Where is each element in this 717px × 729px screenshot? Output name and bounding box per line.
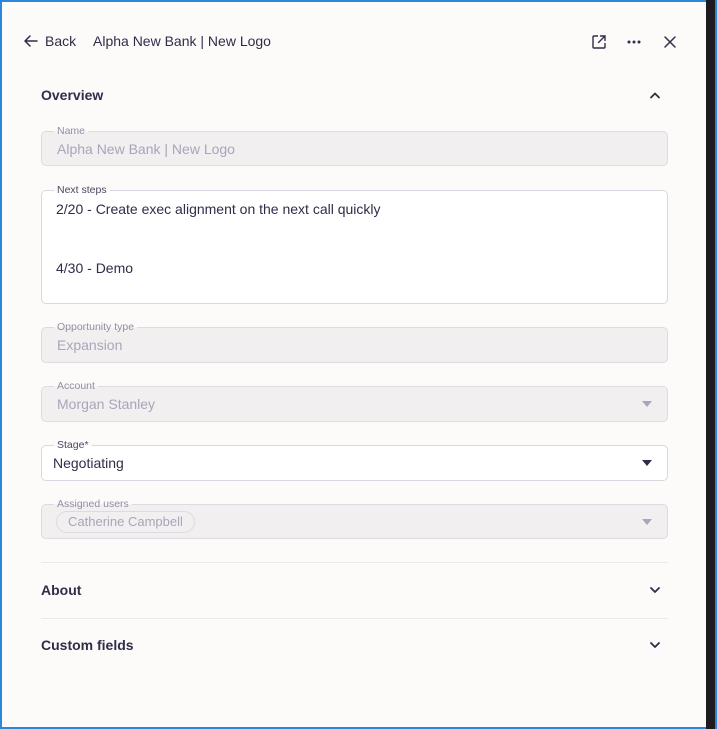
section-divider [41, 618, 668, 619]
chevron-down-icon[interactable] [647, 582, 663, 598]
overview-section-header[interactable]: Overview [41, 84, 668, 106]
overview-title: Overview [41, 87, 104, 103]
opportunity-type-label: Opportunity type [54, 322, 138, 333]
window-frame-top [0, 0, 717, 2]
next-steps-field[interactable]: Next steps 2/20 - Create exec alignment … [41, 185, 668, 304]
back-button[interactable]: Back [24, 33, 76, 49]
assigned-users-select[interactable]: Assigned users Catherine Campbell [41, 499, 668, 539]
dropdown-arrow-icon[interactable] [642, 401, 652, 407]
about-section-header[interactable]: About [41, 579, 668, 601]
open-external-icon[interactable] [589, 32, 609, 52]
next-steps-line-2: 4/30 - Demo [56, 260, 134, 276]
account-select[interactable]: Account Morgan Stanley [41, 381, 668, 422]
account-label: Account [54, 381, 98, 392]
back-label: Back [45, 33, 77, 49]
panel-edge-shadow [706, 0, 715, 729]
custom-fields-section-header[interactable]: Custom fields [41, 634, 668, 656]
chevron-down-icon[interactable] [647, 637, 663, 653]
window-frame-left [0, 0, 2, 729]
arrow-left-icon [24, 35, 38, 47]
opportunity-type-field[interactable]: Opportunity type Expansion [41, 322, 668, 363]
custom-fields-title: Custom fields [41, 637, 134, 653]
stage-select[interactable]: Stage* Negotiating [41, 440, 668, 481]
stage-label: Stage* [54, 440, 92, 451]
name-label: Name [54, 126, 89, 137]
name-value: Alpha New Bank | New Logo [57, 141, 235, 157]
assigned-users-label: Assigned users [54, 499, 132, 510]
page-title: Alpha New Bank | New Logo [93, 33, 271, 49]
account-value: Morgan Stanley [57, 396, 156, 412]
next-steps-label: Next steps [54, 185, 110, 196]
opportunity-type-value: Expansion [57, 337, 123, 353]
chevron-up-icon[interactable] [647, 87, 663, 103]
close-icon[interactable] [660, 32, 680, 52]
next-steps-line-1: 2/20 - Create exec alignment on the next… [56, 201, 381, 217]
dropdown-arrow-icon[interactable] [642, 460, 652, 466]
name-field[interactable]: Name Alpha New Bank | New Logo [41, 126, 668, 166]
stage-value: Negotiating [53, 455, 124, 471]
about-title: About [41, 582, 82, 598]
more-icon[interactable] [624, 32, 644, 52]
panel-header: Back Alpha New Bank | New Logo [0, 22, 706, 62]
user-chip[interactable]: Catherine Campbell [56, 511, 195, 533]
section-divider [41, 562, 668, 563]
dropdown-arrow-icon[interactable] [642, 518, 652, 525]
